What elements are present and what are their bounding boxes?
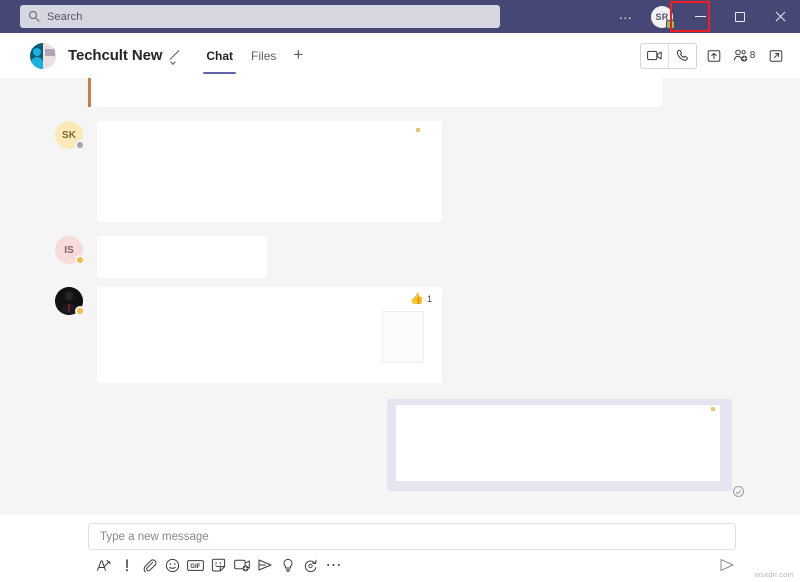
minimize-button[interactable] [680, 0, 720, 33]
share-screen-icon [707, 49, 721, 62]
attach-button[interactable] [138, 555, 161, 575]
urgent-indicator [88, 78, 91, 107]
call-button-group [640, 42, 697, 69]
praise-icon [283, 558, 292, 572]
minimize-icon [694, 16, 706, 17]
thumbs-up-icon: 👍 [410, 293, 424, 305]
format-icon [97, 559, 111, 571]
emoji-button[interactable] [161, 555, 184, 575]
message-item-3[interactable]: IS [55, 236, 267, 278]
svg-text:GIF: GIF [190, 564, 200, 570]
loop-icon [304, 559, 317, 572]
avatar[interactable] [55, 287, 85, 316]
message-item-2[interactable]: SK [55, 121, 442, 222]
tab-chat-label: Chat [206, 48, 234, 63]
sticker-icon [211, 558, 226, 571]
teams-window: Search … SR Techcult New Chat Files + 8 … [0, 0, 800, 582]
important-icon [125, 558, 128, 571]
message-input-placeholder: Type a new message [100, 530, 209, 543]
send-button[interactable] [718, 557, 736, 573]
message-marker [711, 407, 715, 411]
attach-icon [143, 558, 157, 572]
emoji-icon [165, 558, 180, 572]
title-bar: Search … SR [0, 0, 800, 33]
channel-actions: 8 [640, 33, 790, 78]
settings-more-button[interactable]: … [608, 0, 644, 36]
presence-badge [75, 255, 85, 265]
add-tab-button[interactable]: + [293, 46, 303, 65]
giphy-icon: GIF [187, 559, 204, 571]
giphy-button[interactable]: GIF [184, 555, 207, 575]
avatar-initials: SK [62, 129, 76, 141]
message-bubble [97, 121, 442, 222]
search-input[interactable]: Search [20, 5, 500, 28]
video-camera-icon [647, 50, 662, 61]
avatar[interactable]: SK [55, 121, 85, 150]
meet-now-icon [233, 559, 250, 572]
page-title: Techcult New [68, 47, 163, 64]
maximize-icon [735, 11, 745, 22]
avatar: SR [651, 5, 675, 29]
maximize-button[interactable] [720, 0, 760, 33]
channel-header: Techcult New Chat Files + 8 [0, 33, 800, 79]
account-avatar-button[interactable]: SR [644, 0, 680, 33]
outgoing-message[interactable] [387, 399, 732, 491]
more-options-icon [327, 564, 340, 566]
send-icon [720, 559, 734, 571]
stream-button[interactable] [253, 555, 276, 575]
stream-icon [258, 559, 271, 571]
compose-toolbar: GIF [92, 555, 345, 575]
reaction-count: 1 [426, 293, 432, 304]
tab-files[interactable]: Files [242, 33, 285, 78]
check-circle-icon [733, 486, 744, 497]
audio-call-button[interactable] [668, 43, 696, 68]
important-button[interactable] [115, 555, 138, 575]
message-bubble [88, 78, 662, 107]
message-input[interactable]: Type a new message [88, 523, 736, 550]
video-call-button[interactable] [641, 44, 668, 68]
message-marker [416, 128, 420, 132]
message-bubble [396, 405, 720, 481]
search-icon [29, 10, 41, 23]
tab-chat[interactable]: Chat [197, 33, 242, 78]
avatar[interactable]: IS [55, 236, 85, 265]
message-bubble [97, 236, 267, 278]
more-options-button[interactable] [322, 555, 345, 575]
message-item-4[interactable]: 👍 1 [55, 287, 442, 383]
pop-out-button[interactable] [762, 43, 790, 69]
group-avatar [30, 42, 56, 69]
meet-now-button[interactable] [230, 555, 253, 575]
tab-files-label: Files [251, 48, 277, 63]
search-placeholder: Search [47, 10, 83, 23]
title-bar-right-controls: … SR [608, 0, 800, 33]
pop-out-icon [769, 49, 783, 62]
channel-tabs: Chat Files + [197, 33, 303, 78]
phone-icon [676, 49, 688, 61]
praise-button[interactable] [276, 555, 299, 575]
reaction-badge[interactable]: 👍 1 [410, 292, 432, 305]
close-button[interactable] [760, 0, 800, 33]
presence-badge [666, 19, 675, 29]
share-screen-button[interactable] [700, 43, 728, 69]
watermark: wsxdn.com [754, 570, 794, 579]
close-icon [774, 11, 786, 23]
message-bubble: 👍 1 [97, 287, 442, 383]
avatar-initials: IS [64, 244, 74, 256]
compose-bar: Type a new message GIF [0, 515, 800, 582]
pencil-icon[interactable] [169, 49, 183, 63]
add-people-icon [733, 49, 747, 62]
sticker-button[interactable] [207, 555, 230, 575]
attachment-card[interactable] [382, 311, 424, 363]
message-item-1[interactable] [88, 78, 662, 107]
presence-badge [75, 306, 85, 316]
participant-count: 8 [749, 50, 756, 61]
presence-badge [75, 140, 85, 150]
add-people-button[interactable]: 8 [731, 43, 759, 69]
loop-button[interactable] [299, 555, 322, 575]
format-button[interactable] [92, 555, 115, 575]
